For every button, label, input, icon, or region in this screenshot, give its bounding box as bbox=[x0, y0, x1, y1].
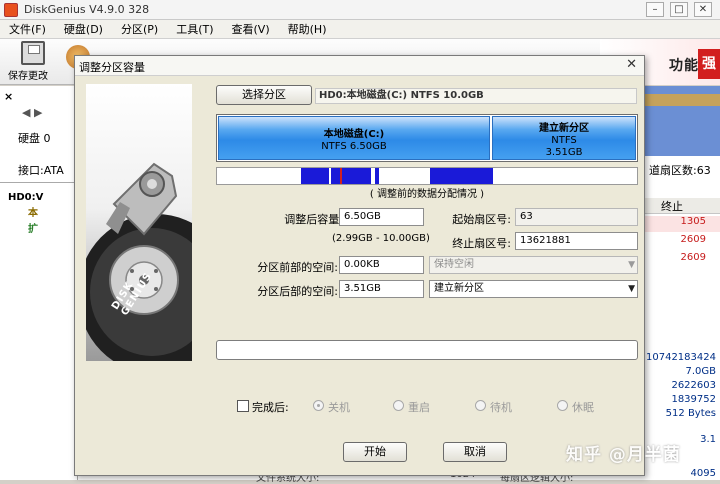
total-bytes: 10742183424 bbox=[646, 352, 716, 363]
start-sector-label: 起始扇区号: bbox=[452, 213, 511, 226]
save-changes-button[interactable]: 保存更改 bbox=[8, 41, 58, 82]
window-controls: – □ ✕ bbox=[646, 2, 712, 17]
data-block bbox=[331, 168, 371, 184]
data-block bbox=[301, 168, 329, 184]
disk-tree: HD0:V 本 扩 bbox=[8, 190, 43, 238]
after-space-input[interactable]: 3.51GB bbox=[339, 280, 424, 298]
menu-bar: 文件(F) 硬盘(D) 分区(P) 工具(T) 查看(V) 帮助(H) bbox=[0, 20, 720, 39]
before-space-label: 分区前部的空间: bbox=[257, 261, 338, 274]
menu-disk[interactable]: 硬盘(D) bbox=[55, 21, 112, 37]
segment-c-name: 本地磁盘(C:) bbox=[323, 129, 385, 140]
data-distribution-map bbox=[216, 167, 638, 185]
progress-bar bbox=[216, 340, 638, 360]
radio-hibernate[interactable] bbox=[557, 400, 568, 411]
end-sector-label: 终止扇区号: bbox=[452, 237, 511, 250]
radio-standby[interactable] bbox=[475, 400, 486, 411]
data-map-caption: ( 调整前的数据分配情况 ) bbox=[369, 189, 485, 200]
radio-shutdown-label: 关机 bbox=[328, 401, 350, 414]
after-space-action-value: 建立新分区 bbox=[434, 283, 484, 294]
partition-layout-bar: 本地磁盘(C:) NTFS 6.50GB 建立新分区 NTFS 3.51GB bbox=[216, 114, 638, 162]
interface-label: 接口:ATA bbox=[18, 164, 64, 177]
segment-new-size: 3.51GB bbox=[545, 147, 583, 158]
cancel-button[interactable]: 取消 bbox=[443, 442, 507, 462]
logical-sector-value: 4095 bbox=[690, 468, 716, 479]
divider bbox=[0, 182, 78, 183]
selected-partition-info: HD0:本地磁盘(C:) NTFS 10.0GB bbox=[315, 88, 637, 104]
menu-help[interactable]: 帮助(H) bbox=[279, 21, 336, 37]
new-size-label: 调整后容量: bbox=[284, 213, 343, 226]
close-pane-icon[interactable]: × bbox=[4, 90, 13, 103]
table-row[interactable]: 2609 bbox=[645, 234, 720, 250]
before-space-input[interactable]: 0.00KB bbox=[339, 256, 424, 274]
free-clusters: 1839752 bbox=[671, 394, 716, 405]
chevron-down-icon: ▼ bbox=[628, 260, 635, 270]
info-value: 3.1 bbox=[700, 434, 716, 445]
sector-size: 512 Bytes bbox=[665, 408, 716, 419]
select-partition-button[interactable]: 选择分区 bbox=[216, 85, 312, 105]
end-sector-input[interactable]: 13621881 bbox=[515, 232, 638, 250]
free-size: 7.0GB bbox=[685, 366, 716, 377]
radio-shutdown[interactable] bbox=[313, 400, 324, 411]
data-block bbox=[375, 168, 379, 184]
floppy-disk-icon bbox=[21, 41, 45, 65]
radio-standby-label: 待机 bbox=[490, 401, 512, 414]
minimize-button[interactable]: – bbox=[646, 2, 664, 17]
size-range-hint: (2.99GB - 10.00GB) bbox=[332, 233, 430, 244]
app-titlebar: DiskGenius V4.9.0 328 – □ ✕ bbox=[0, 0, 720, 20]
tree-node-hd0[interactable]: HD0:V bbox=[8, 190, 43, 206]
table-row[interactable]: 2609 bbox=[645, 252, 720, 268]
menu-partition[interactable]: 分区(P) bbox=[112, 21, 167, 37]
tree-node-local[interactable]: 本 bbox=[8, 206, 43, 222]
menu-view[interactable]: 查看(V) bbox=[223, 21, 279, 37]
resize-partition-dialog: 调整分区容量 ✕ DISK GENIUS 选择分区 HD0:本地磁盘(C:) N… bbox=[74, 55, 645, 476]
menu-file[interactable]: 文件(F) bbox=[0, 21, 55, 37]
after-done-checkbox[interactable] bbox=[237, 400, 249, 412]
after-done-label: 完成后: bbox=[252, 401, 289, 414]
partition-segment-new[interactable]: 建立新分区 NTFS 3.51GB bbox=[492, 116, 636, 160]
data-block bbox=[430, 168, 493, 184]
app-title: DiskGenius V4.9.0 328 bbox=[24, 3, 150, 16]
disk-values: 10742183424 7.0GB 2622603 1839752 512 By… bbox=[646, 351, 716, 421]
radio-restart[interactable] bbox=[393, 400, 404, 411]
menu-tools[interactable]: 工具(T) bbox=[167, 21, 222, 37]
column-header-end: 终止 bbox=[645, 198, 720, 214]
radio-hibernate-label: 休眠 bbox=[572, 401, 594, 414]
banner-red-badge: 强 bbox=[698, 49, 720, 79]
chevron-down-icon: ▼ bbox=[628, 284, 635, 294]
radio-restart-label: 重启 bbox=[408, 401, 430, 414]
disk-nav-arrows-icon[interactable]: ◀ ▶ bbox=[22, 106, 42, 119]
app-icon bbox=[4, 2, 18, 17]
before-space-action-select: 保持空闲 ▼ bbox=[429, 256, 638, 274]
segment-new-name: 建立新分区 bbox=[539, 123, 589, 134]
dialog-close-icon[interactable]: ✕ bbox=[626, 57, 637, 72]
sectors-per-track: 道扇区数:63 bbox=[649, 164, 711, 177]
save-changes-label: 保存更改 bbox=[8, 71, 48, 82]
table-row[interactable]: 1305 bbox=[645, 216, 720, 232]
disk-info-pane: 道扇区数:63 终止 1305 2609 2609 10742183424 7.… bbox=[645, 86, 720, 480]
new-size-input[interactable]: 6.50GB bbox=[339, 208, 424, 226]
tree-node-extended[interactable]: 扩 bbox=[8, 222, 43, 238]
partition-segment-c[interactable]: 本地磁盘(C:) NTFS 6.50GB bbox=[218, 116, 490, 160]
data-block-marker bbox=[340, 168, 342, 184]
watermark: 知乎 @月半菌 bbox=[566, 445, 681, 465]
before-space-action-value: 保持空闲 bbox=[434, 259, 474, 270]
disk-side-pane: × ◀ ▶ 硬盘 0 接口:ATA HD0:V 本 扩 bbox=[0, 86, 78, 480]
hard-disk-icon bbox=[86, 162, 192, 361]
dialog-titlebar: 调整分区容量 ✕ bbox=[75, 56, 644, 76]
dialog-title: 调整分区容量 bbox=[79, 61, 145, 74]
start-button[interactable]: 开始 bbox=[343, 442, 407, 462]
start-sector-field: 63 bbox=[515, 208, 638, 226]
hard-disk-illustration: DISK GENIUS bbox=[86, 84, 192, 361]
maximize-button[interactable]: □ bbox=[670, 2, 688, 17]
close-window-button[interactable]: ✕ bbox=[694, 2, 712, 17]
cluster-count: 2622603 bbox=[671, 380, 716, 391]
after-space-label: 分区后部的空间: bbox=[257, 285, 338, 298]
segment-new-fs: NTFS bbox=[551, 135, 577, 146]
after-space-action-select[interactable]: 建立新分区 ▼ bbox=[429, 280, 638, 298]
disk-map-preview-band bbox=[645, 94, 720, 106]
disk-label: 硬盘 0 bbox=[18, 132, 51, 145]
segment-c-detail: NTFS 6.50GB bbox=[321, 141, 387, 152]
